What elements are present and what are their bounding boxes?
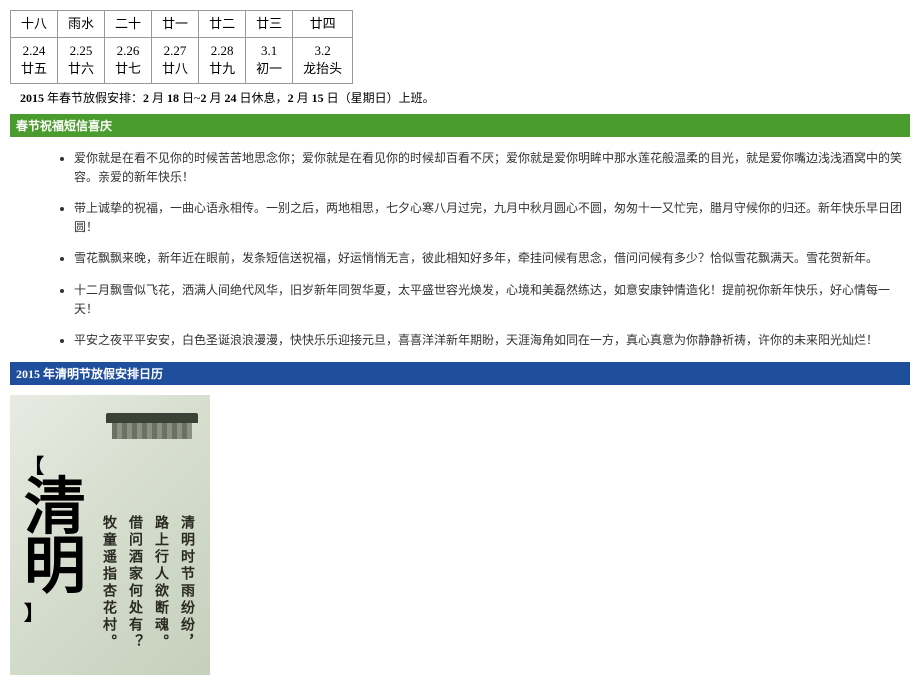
cal-cell: 2.27廿八 bbox=[152, 38, 199, 83]
cal-cell: 廿四 bbox=[293, 11, 353, 38]
cal-cell: 2.24廿五 bbox=[11, 38, 58, 83]
qingming-poem: 清明时节雨纷纷， 路上行人欲断魂。 借问酒家何处有？ 牧童遥指杏花村。 bbox=[10, 515, 196, 651]
cal-cell: 3.2龙抬头 bbox=[293, 38, 353, 83]
list-item: 十二月飘雪似飞花，洒满人间绝代风华，旧岁新年同贺华夏，太平盛世容光焕发，心境和美… bbox=[74, 281, 910, 319]
list-item: 爱你就是在看不见你的时候苦苦地思念你；爱你就是在看见你的时候却百看不厌；爱你就是… bbox=[74, 149, 910, 187]
schedule-note: 2015 年春节放假安排：2 月 18 日~2 月 24 日休息，2 月 15 … bbox=[20, 89, 910, 106]
calendar-table: 十八 雨水 二十 廿一 廿二 廿三 廿四 2.24廿五 2.25廿六 2.26廿… bbox=[10, 10, 353, 84]
greetings-list: 爱你就是在看不见你的时候苦苦地思念你；爱你就是在看见你的时候却百看不厌；爱你就是… bbox=[10, 149, 910, 351]
table-row: 十八 雨水 二十 廿一 廿二 廿三 廿四 bbox=[11, 11, 353, 38]
list-item: 带上诚挚的祝福，一曲心语永相传。一别之后，两地相思，七夕心寒八月过完，九月中秋月… bbox=[74, 199, 910, 237]
cal-cell: 二十 bbox=[105, 11, 152, 38]
cal-cell: 雨水 bbox=[58, 11, 105, 38]
qingming-image: 【 清 明 】 清明时节雨纷纷， 路上行人欲断魂。 借问酒家何处有？ 牧童遥指杏… bbox=[10, 395, 210, 675]
roof-icon bbox=[106, 413, 198, 443]
table-row: 2.24廿五 2.25廿六 2.26廿七 2.27廿八 2.28廿九 3.1初一… bbox=[11, 38, 353, 83]
cal-cell: 廿二 bbox=[199, 11, 246, 38]
cal-cell: 3.1初一 bbox=[246, 38, 293, 83]
cal-cell: 十八 bbox=[11, 11, 58, 38]
cal-cell: 廿三 bbox=[246, 11, 293, 38]
section-header-greetings: 春节祝福短信喜庆 bbox=[10, 114, 910, 137]
list-item: 雪花飘飘来晚，新年近在眼前，发条短信送祝福，好运悄悄无言，彼此相知好多年，牵挂问… bbox=[74, 249, 910, 268]
cal-cell: 2.26廿七 bbox=[105, 38, 152, 83]
section-header-qingming: 2015 年清明节放假安排日历 bbox=[10, 362, 910, 385]
list-item: 平安之夜平平安安，白色圣诞浪浪漫漫，快快乐乐迎接元旦，喜喜洋洋新年期盼，天涯海角… bbox=[74, 331, 910, 350]
cal-cell: 廿一 bbox=[152, 11, 199, 38]
cal-cell: 2.28廿九 bbox=[199, 38, 246, 83]
cal-cell: 2.25廿六 bbox=[58, 38, 105, 83]
